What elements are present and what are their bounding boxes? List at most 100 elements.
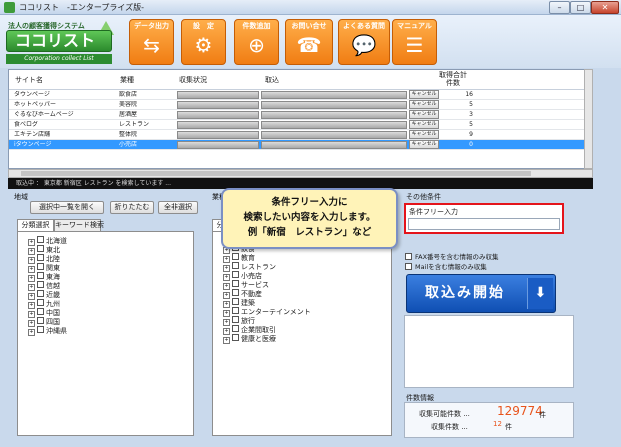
checkbox[interactable] (37, 281, 44, 288)
maximize-button[interactable]: □ (570, 1, 591, 14)
checkbox[interactable] (37, 245, 44, 252)
mail-only-checkbox[interactable] (405, 263, 412, 270)
header-industry: 業種 (120, 76, 134, 84)
table-horizontal-scrollbar[interactable] (8, 169, 593, 178)
checkbox[interactable] (37, 317, 44, 324)
fax-only-checkbox[interactable] (405, 253, 412, 260)
table-row[interactable]: 食べログ レストラン キャンセル 5 (9, 120, 585, 130)
cancel-button[interactable]: キャンセル (409, 90, 439, 99)
checkbox[interactable] (37, 254, 44, 261)
cancel-button[interactable]: キャンセル (409, 130, 439, 139)
deselect-all-button[interactable]: 全非選択 (158, 201, 198, 214)
tab-keyword[interactable]: キーワード検索 (54, 219, 104, 231)
cell-industry: レストラン (119, 121, 150, 128)
open-selected-list-button[interactable]: 選択中一覧を開く (30, 201, 104, 214)
mail-only-checkbox-row[interactable]: Mailを含む情報のみ収集 (405, 263, 487, 272)
industry-name: 企業間取引 (241, 326, 276, 334)
free-input-highlight: 条件フリー入力 (404, 203, 564, 234)
region-name: 四国 (46, 318, 60, 326)
industry-name: 教育 (241, 254, 255, 262)
progress-bar (261, 111, 407, 119)
table-vertical-scrollbar[interactable] (584, 69, 593, 169)
checkbox[interactable] (37, 326, 44, 333)
add-count-button[interactable]: 件数追加 ⊕ (234, 19, 279, 65)
checkbox[interactable] (37, 308, 44, 315)
region-label: 地域 (14, 193, 28, 201)
region-name: 九州 (46, 300, 60, 308)
table-row[interactable]: ぐるなびホームページ 居酒屋 キャンセル 3 (9, 110, 585, 120)
fax-only-checkbox-row[interactable]: FAX番号を含む情報のみ収集 (405, 253, 499, 262)
status-bar (177, 121, 259, 129)
checkbox[interactable] (37, 299, 44, 306)
collapse-button[interactable]: 折りたたむ (110, 201, 154, 214)
checkbox[interactable] (232, 289, 239, 296)
stats-box: 収集可能件数 ... 129774 件 収集件数 ... 12 件 (404, 402, 574, 438)
industry-name: 建築 (241, 299, 255, 307)
expand-icon[interactable]: + (28, 329, 35, 336)
export-arrows-icon: ⇆ (143, 33, 160, 57)
progress-bar (261, 141, 407, 149)
cancel-button[interactable]: キャンセル (409, 120, 439, 129)
checkbox[interactable] (232, 271, 239, 278)
cancel-button[interactable]: キャンセル (409, 110, 439, 119)
close-button[interactable]: ✕ (591, 1, 619, 14)
checkbox[interactable] (232, 298, 239, 305)
expand-icon[interactable]: + (223, 337, 230, 344)
checkbox[interactable] (232, 280, 239, 287)
status-bar (177, 101, 259, 109)
checkbox[interactable] (232, 325, 239, 332)
table-row[interactable]: タウンページ 飲食店 キャンセル 16 (9, 90, 585, 100)
industry-name: 不動産 (241, 290, 262, 298)
checkbox[interactable] (37, 290, 44, 297)
checkbox[interactable] (37, 236, 44, 243)
mail-only-label: Mailを含む情報のみ収集 (415, 263, 487, 271)
log-panel (404, 315, 574, 388)
start-import-label: 取込み開始 (425, 285, 505, 301)
cell-site: ホットペッパー (14, 101, 57, 108)
tab-category[interactable]: 分類選択 (17, 219, 54, 231)
table-row[interactable]: ホットペッパー 美容院 キャンセル 5 (9, 100, 585, 110)
minimize-button[interactable]: – (549, 1, 570, 14)
checkbox[interactable] (232, 262, 239, 269)
table-row[interactable]: エキテン店舗 整体院 キャンセル 9 (9, 130, 585, 140)
table-row-selected[interactable]: iタウンページ 小売店 キャンセル 0 (9, 140, 585, 150)
wrench-icon: ⚙ (194, 33, 213, 57)
cell-industry: 小売店 (119, 141, 138, 148)
checkbox[interactable] (232, 307, 239, 314)
settings-button[interactable]: 設 定 ⚙ (181, 19, 226, 65)
checkbox[interactable] (37, 263, 44, 270)
data-export-button[interactable]: データ出力 ⇆ (129, 19, 174, 65)
fax-only-label: FAX番号を含む情報のみ収集 (415, 253, 499, 261)
status-bar (177, 131, 259, 139)
faq-button[interactable]: よくある質問 💬 (338, 19, 390, 65)
header-count: 取得合計 件数 (439, 71, 467, 87)
scrollbar-thumb[interactable] (21, 171, 531, 176)
tree-item[interactable]: + 健康と医療 (223, 334, 276, 344)
region-name: 近畿 (46, 291, 60, 299)
free-input-field[interactable] (408, 218, 560, 230)
manual-button[interactable]: マニュアル ☰ (392, 19, 437, 65)
data-export-label: データ出力 (134, 22, 169, 30)
checkbox[interactable] (232, 253, 239, 260)
industry-tree-panel: + 飲食 + 教育 + レストラン + 小売店 + サービス + 不動産 + 建築 + エンター… (212, 231, 392, 436)
start-import-button[interactable]: 取込み開始 ⬇ (406, 274, 556, 313)
contact-button[interactable]: お問い合せ ☎ (285, 19, 333, 65)
settings-label: 設 定 (193, 22, 214, 30)
collected-label: 収集件数 ... (431, 423, 468, 431)
cell-site: 食べログ (14, 121, 39, 128)
checkbox[interactable] (232, 334, 239, 341)
region-name: 東海 (46, 273, 60, 281)
title-bar: ココリスト -エンタープライズ版- – □ ✕ (0, 0, 621, 15)
checkbox[interactable] (232, 316, 239, 323)
cancel-button[interactable]: キャンセル (409, 100, 439, 109)
region-name: 東北 (46, 246, 60, 254)
status-bar (177, 141, 259, 149)
checkbox[interactable] (37, 272, 44, 279)
collected-value: 12 (493, 420, 502, 428)
window-title: ココリスト -エンタープライズ版- (19, 3, 145, 12)
tree-item[interactable]: + 沖縄県 (28, 326, 67, 336)
cancel-button[interactable]: キャンセル (409, 140, 439, 149)
industry-name: 小売店 (241, 272, 262, 280)
status-bar (177, 111, 259, 119)
add-count-label: 件数追加 (242, 22, 271, 30)
